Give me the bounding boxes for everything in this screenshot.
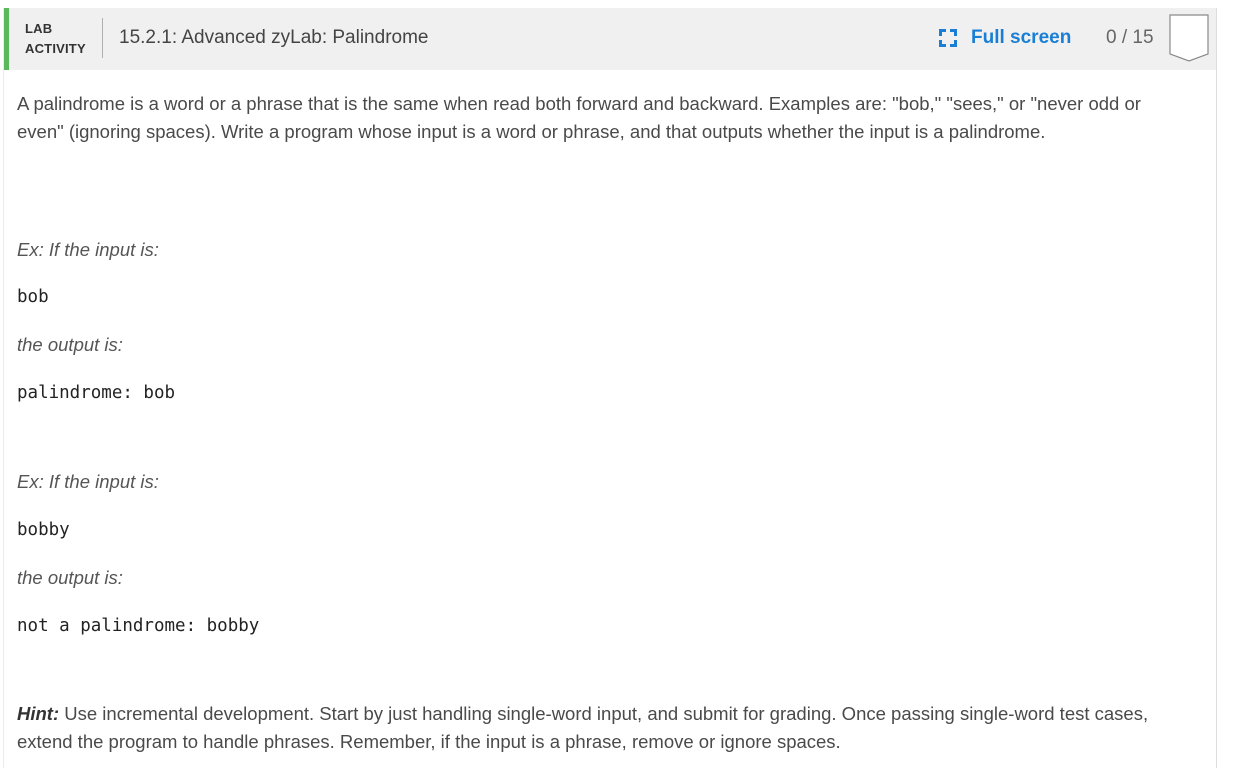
example-1-input-label: Ex: If the input is: xyxy=(17,239,159,260)
lab-header: LAB ACTIVITY 15.2.1: Advanced zyLab: Pal… xyxy=(4,8,1216,70)
intro-paragraph: A palindrome is a word or a phrase that … xyxy=(17,93,1141,142)
example-1-output: palindrome: bob xyxy=(17,383,176,403)
example-2-output: not a palindrome: bobby xyxy=(17,616,260,636)
lab-label-line1: LAB xyxy=(25,21,53,36)
example-1-input: bob xyxy=(17,287,49,307)
score-counter: 0 / 15 xyxy=(1106,27,1154,48)
lab-activity-card: LAB ACTIVITY 15.2.1: Advanced zyLab: Pal… xyxy=(4,8,1216,768)
expand-icon xyxy=(939,29,957,47)
hint-paragraph: Hint: Use incremental development. Start… xyxy=(17,700,1167,756)
hint-text: Use incremental development. Start by ju… xyxy=(17,703,1149,752)
example-2-input-label: Ex: If the input is: xyxy=(17,471,159,492)
lab-activity-label: LAB ACTIVITY xyxy=(25,19,86,59)
full-screen-button[interactable]: Full screen xyxy=(939,25,1071,51)
example-2-output-label: the output is: xyxy=(17,567,123,588)
example-2-input: bobby xyxy=(17,520,70,540)
header-divider xyxy=(102,18,103,58)
completion-badge-icon xyxy=(1169,14,1209,62)
activity-title: 15.2.1: Advanced zyLab: Palindrome xyxy=(119,27,429,48)
lab-description: A palindrome is a word or a phrase that … xyxy=(17,90,1167,752)
example-1-output-label: the output is: xyxy=(17,334,123,355)
full-screen-label: Full screen xyxy=(971,27,1072,48)
lab-label-line2: ACTIVITY xyxy=(25,41,86,56)
hint-label: Hint: xyxy=(17,703,60,724)
